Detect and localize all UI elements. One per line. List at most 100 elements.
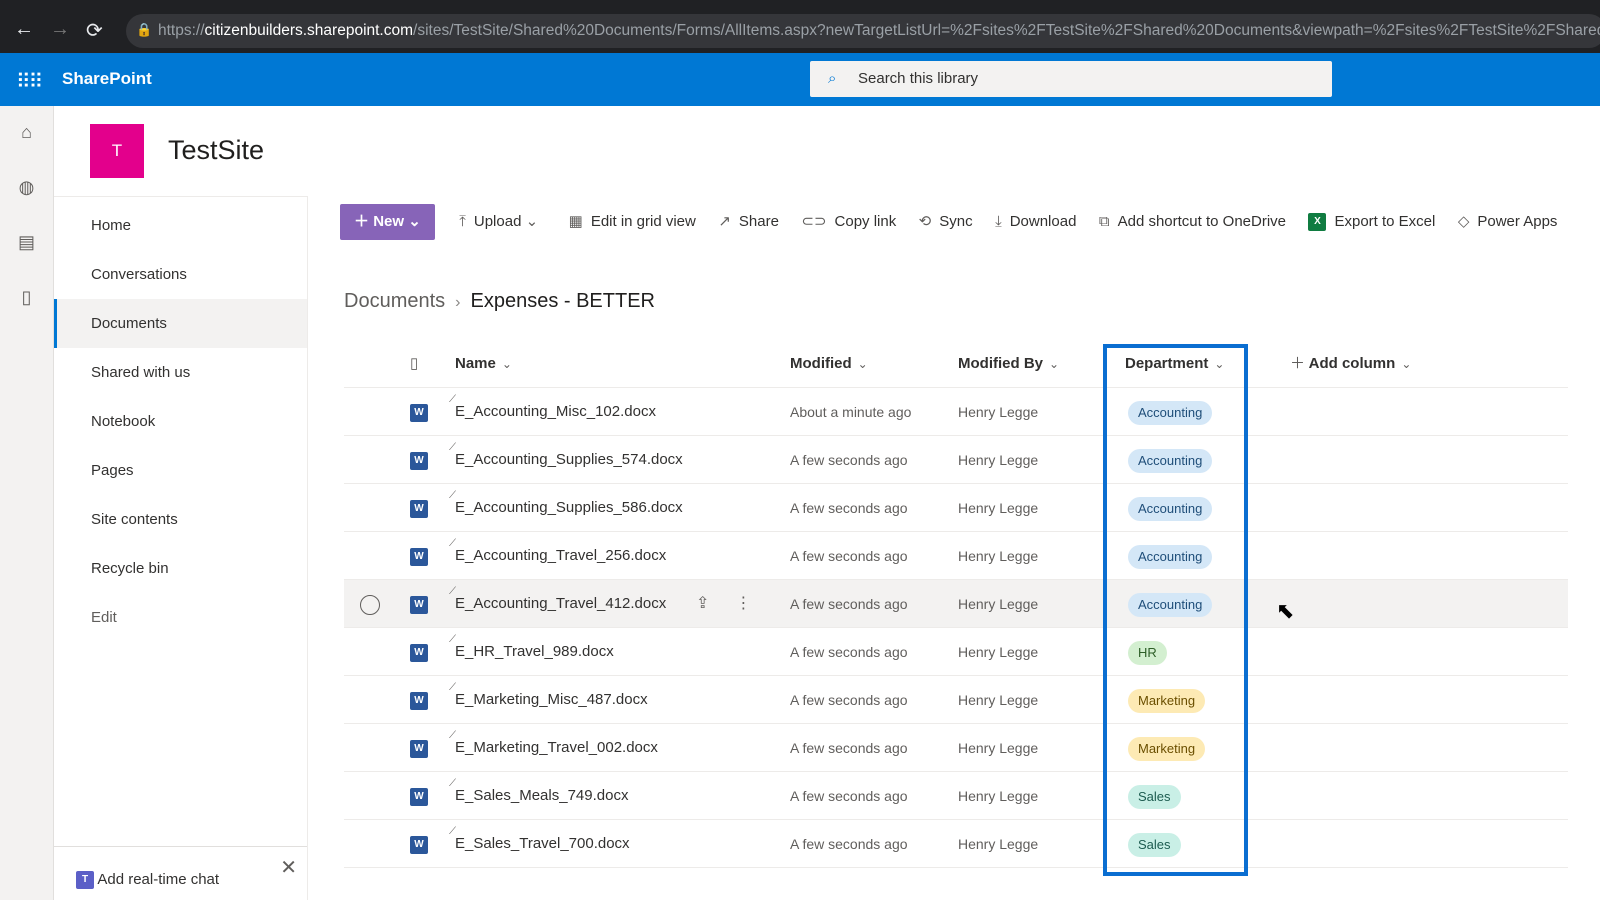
add-chat-link[interactable]: T Add real-time chat	[76, 871, 220, 890]
file-type-header-icon[interactable]: ▯	[410, 340, 418, 388]
nav-documents[interactable]: Documents	[54, 299, 307, 348]
file-name-link[interactable]: ⟋ E_Marketing_Misc_487.docx	[449, 676, 648, 724]
modified-by-value[interactable]: Henry Legge	[958, 724, 1038, 772]
modified-value: A few seconds ago	[790, 500, 908, 516]
file-name: E_Accounting_Supplies_574.docx	[455, 451, 683, 468]
file-name-link[interactable]: ⟋ E_Sales_Meals_749.docx	[449, 772, 628, 820]
document-icon[interactable]: ▯	[0, 287, 53, 326]
app-launcher-icon[interactable]: ⠿⠿	[16, 69, 43, 94]
site-header: T TestSite	[54, 106, 1600, 196]
nav-shared-with-us[interactable]: Shared with us	[54, 348, 307, 397]
table-row[interactable]: W ⟋ E_Accounting_Travel_412.docx ⇪ ⋮ A few se…	[344, 580, 1568, 628]
table-row[interactable]: W ⟋ E_Marketing_Travel_002.docx A few secon…	[344, 724, 1568, 772]
breadcrumb-parent[interactable]: Documents	[344, 290, 445, 312]
globe-icon[interactable]: ◍	[0, 177, 53, 216]
news-icon[interactable]: ▤	[0, 232, 53, 271]
teams-icon: T	[76, 871, 94, 890]
upload-button[interactable]: ⤒ Upload ⌄	[459, 204, 546, 240]
file-name-link[interactable]: ⟋ E_Accounting_Supplies_586.docx	[449, 484, 683, 532]
nav-recycle-bin[interactable]: Recycle bin	[54, 544, 307, 593]
grid-icon: ▦	[568, 213, 583, 230]
modified-by-value[interactable]: Henry Legge	[958, 772, 1038, 820]
chevron-down-icon: ⌄	[408, 213, 421, 230]
browser-chrome: ← → ⟳ https://citizenbuilders.sharepoint…	[0, 0, 1600, 53]
nav-pages[interactable]: Pages	[54, 446, 307, 495]
nav-edit[interactable]: Edit	[54, 593, 307, 642]
close-icon[interactable]: ✕	[280, 855, 297, 880]
column-header-modified[interactable]: Modified ⌄	[790, 340, 868, 388]
modified-by-value[interactable]: Henry Legge	[958, 532, 1038, 580]
file-name-link[interactable]: ⟋ E_Sales_Travel_700.docx	[449, 820, 630, 868]
nav-conversations[interactable]: Conversations	[54, 250, 307, 299]
new-button[interactable]: ＋ New ⌄	[340, 204, 435, 240]
word-icon: W	[410, 484, 428, 532]
nav-notebook[interactable]: Notebook	[54, 397, 307, 446]
new-label: New	[373, 213, 405, 230]
word-icon: W	[410, 772, 428, 820]
download-label: Download	[1009, 213, 1077, 230]
chat-label: Add real-time chat	[97, 871, 220, 888]
export-excel-button[interactable]: X Export to Excel	[1308, 204, 1435, 240]
file-name-link[interactable]: ⟋ E_Accounting_Travel_256.docx	[449, 532, 667, 580]
column-header-modified-by[interactable]: Modified By ⌄	[958, 340, 1059, 388]
table-row[interactable]: W ⟋ E_Accounting_Travel_256.docx A few seco…	[344, 532, 1568, 580]
modified-by-value[interactable]: Henry Legge	[958, 388, 1038, 436]
table-row[interactable]: W ⟋ E_Sales_Travel_700.docx A few seconds a…	[344, 820, 1568, 868]
nav-site-contents[interactable]: Site contents	[54, 495, 307, 544]
download-button[interactable]: ⤓ Download	[995, 204, 1076, 240]
modified-by-value[interactable]: Henry Legge	[958, 436, 1038, 484]
chevron-down-icon: ⌄	[1401, 357, 1412, 371]
new-item-icon: ⟋	[449, 730, 456, 741]
file-name-link[interactable]: ⟋ E_Marketing_Travel_002.docx	[449, 724, 658, 772]
home-icon[interactable]: ⌂	[0, 122, 53, 161]
power-apps-button[interactable]: ◇ Power Apps	[1458, 204, 1558, 240]
more-icon[interactable]: ⋮	[735, 595, 751, 612]
brand[interactable]: SharePoint	[62, 69, 152, 89]
table-row[interactable]: W ⟋ E_Accounting_Supplies_574.docx A few se…	[344, 436, 1568, 484]
search-icon: ⌕	[828, 70, 837, 87]
table-row[interactable]: W ⟋ E_Accounting_Misc_102.docx About a minu…	[344, 388, 1568, 436]
add-column-button[interactable]: ＋ Add column ⌄	[1290, 340, 1411, 388]
site-name[interactable]: TestSite	[168, 135, 264, 166]
forward-icon[interactable]: →	[50, 18, 70, 41]
nav-home[interactable]: Home	[54, 201, 307, 250]
file-name: E_Accounting_Travel_256.docx	[455, 547, 667, 564]
copy-link-label: Copy link	[834, 213, 897, 230]
table-row[interactable]: W ⟋ E_Marketing_Misc_487.docx A few seconds…	[344, 676, 1568, 724]
table-row[interactable]: W ⟋ E_Sales_Meals_749.docx A few seconds ag…	[344, 772, 1568, 820]
modified-value: A few seconds ago	[790, 644, 908, 660]
file-name-link[interactable]: ⟋ E_Accounting_Travel_412.docx	[449, 580, 666, 628]
upload-icon: ⤒	[459, 213, 466, 230]
file-name-link[interactable]: ⟋ E_Accounting_Supplies_574.docx	[449, 436, 683, 484]
site-logo[interactable]: T	[90, 124, 144, 178]
table-row[interactable]: W ⟋ E_HR_Travel_989.docx A few seconds ago H…	[344, 628, 1568, 676]
row-select-radio[interactable]	[360, 580, 380, 628]
shortcut-button[interactable]: ⧉ Add shortcut to OneDrive	[1099, 204, 1286, 240]
new-item-icon: ⟋	[449, 586, 456, 597]
modified-by-value[interactable]: Henry Legge	[958, 628, 1038, 676]
edit-grid-button[interactable]: ▦ Edit in grid view	[569, 204, 696, 240]
share-icon[interactable]: ⇪	[696, 595, 709, 612]
url-host: citizenbuilders.sharepoint.com	[204, 22, 414, 39]
modified-by-value[interactable]: Henry Legge	[958, 580, 1038, 628]
copy-link-button[interactable]: ⊂⊃ Copy link	[801, 204, 896, 240]
word-icon: W	[410, 724, 428, 772]
file-name-link[interactable]: ⟋ E_HR_Travel_989.docx	[449, 628, 614, 676]
modified-by-value[interactable]: Henry Legge	[958, 484, 1038, 532]
modified-value: A few seconds ago	[790, 788, 908, 804]
column-header-name[interactable]: Name ⌄	[455, 340, 512, 388]
sync-label: Sync	[939, 213, 973, 230]
share-button[interactable]: ↗ Share	[718, 204, 779, 240]
mouse-cursor-icon: ⬉	[1276, 598, 1295, 623]
modified-by-value[interactable]: Henry Legge	[958, 820, 1038, 868]
table-row[interactable]: W ⟋ E_Accounting_Supplies_586.docx A few se…	[344, 484, 1568, 532]
new-item-icon: ⟋	[449, 634, 456, 645]
reload-icon[interactable]: ⟳	[86, 18, 103, 43]
shortcut-label: Add shortcut to OneDrive	[1117, 213, 1287, 230]
sync-button[interactable]: ⟲ Sync	[919, 204, 973, 240]
file-name-link[interactable]: ⟋ E_Accounting_Misc_102.docx	[449, 388, 656, 436]
back-icon[interactable]: ←	[14, 18, 34, 41]
address-bar[interactable]: https://citizenbuilders.sharepoint.com/s…	[126, 14, 1600, 48]
search-input[interactable]: ⌕ Search this library	[810, 61, 1332, 97]
modified-by-value[interactable]: Henry Legge	[958, 676, 1038, 724]
